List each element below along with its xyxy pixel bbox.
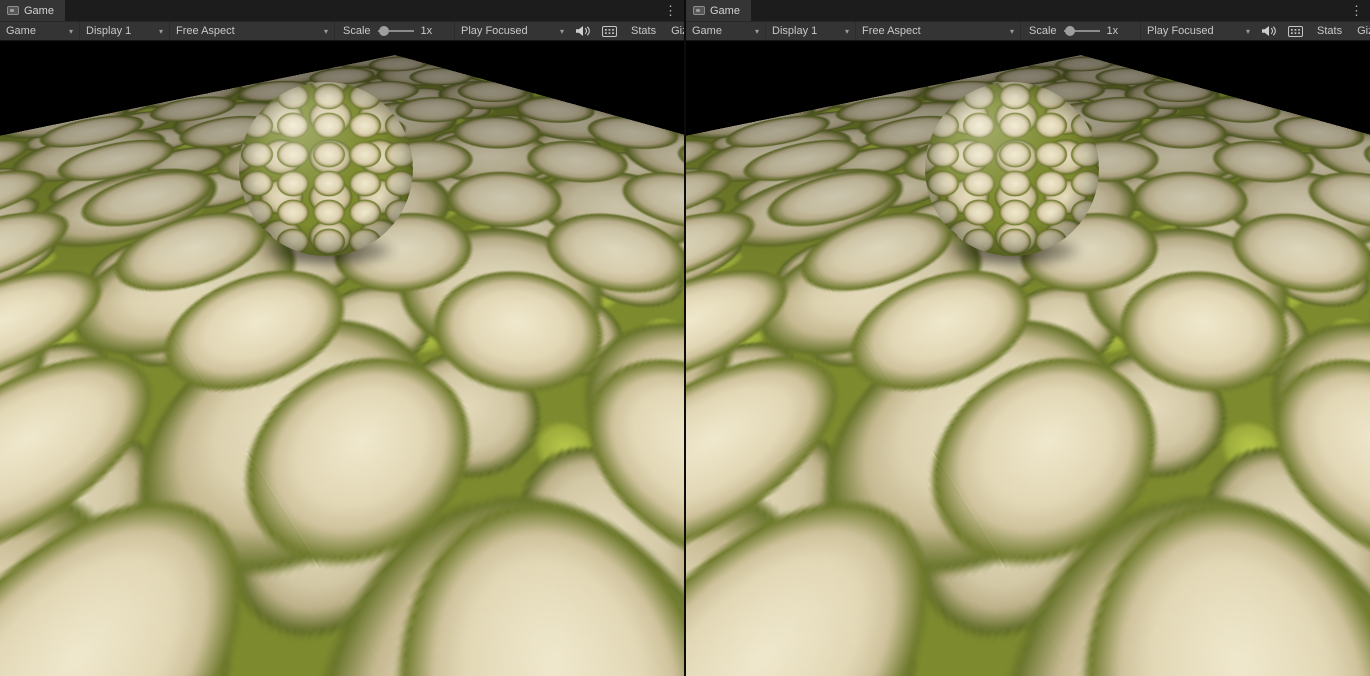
scale-label: Scale bbox=[343, 25, 371, 37]
game-view-icon bbox=[7, 6, 19, 15]
capture-grid-button[interactable] bbox=[1282, 22, 1308, 40]
chevron-down-icon: ▾ bbox=[323, 26, 328, 36]
game-panel-right: Game ⋮ Game ▾ Display 1 ▾ Free Aspect ▾ … bbox=[686, 0, 1370, 676]
tab-label: Game bbox=[24, 4, 54, 17]
chevron-down-icon: ▾ bbox=[158, 26, 163, 36]
textured-sphere bbox=[925, 82, 1099, 256]
chevron-down-icon: ▾ bbox=[844, 26, 849, 36]
display-label: Display 1 bbox=[86, 25, 132, 37]
tab-game[interactable]: Game bbox=[0, 0, 65, 21]
game-view-icon bbox=[693, 6, 705, 15]
game-mode-label: Game bbox=[692, 25, 722, 37]
game-viewport[interactable] bbox=[686, 41, 1370, 676]
kebab-menu-icon[interactable]: ⋮ bbox=[657, 0, 684, 21]
gizmos-label: Gizmos bbox=[1357, 25, 1370, 37]
scale-slider[interactable] bbox=[377, 26, 414, 36]
textured-sphere bbox=[239, 82, 413, 256]
display-label: Display 1 bbox=[772, 25, 818, 37]
scale-control: Scale 1x bbox=[335, 22, 455, 40]
mute-audio-button[interactable] bbox=[570, 22, 596, 40]
aspect-label: Free Aspect bbox=[862, 25, 921, 37]
aspect-label: Free Aspect bbox=[176, 25, 235, 37]
stats-label: Stats bbox=[1317, 25, 1343, 37]
game-mode-dropdown[interactable]: Game ▾ bbox=[0, 22, 80, 40]
game-mode-label: Game bbox=[6, 25, 36, 37]
chevron-down-icon: ▾ bbox=[1009, 26, 1014, 36]
mute-audio-button[interactable] bbox=[1256, 22, 1282, 40]
scale-slider[interactable] bbox=[1063, 26, 1100, 36]
scale-value: 1x bbox=[420, 25, 433, 37]
stats-button[interactable]: Stats bbox=[622, 22, 665, 40]
grid-icon bbox=[1287, 25, 1303, 37]
display-dropdown[interactable]: Display 1 ▾ bbox=[766, 22, 856, 40]
scale-slider-knob[interactable] bbox=[378, 26, 389, 36]
game-viewport[interactable] bbox=[0, 41, 684, 676]
game-mode-dropdown[interactable]: Game ▾ bbox=[686, 22, 766, 40]
grid-icon bbox=[601, 25, 617, 37]
scale-value: 1x bbox=[1106, 25, 1119, 37]
aspect-ratio-dropdown[interactable]: Free Aspect ▾ bbox=[856, 22, 1021, 40]
play-focused-label: Play Focused bbox=[1147, 25, 1214, 37]
tab-label: Game bbox=[710, 4, 740, 17]
capture-grid-button[interactable] bbox=[596, 22, 622, 40]
tab-game[interactable]: Game bbox=[686, 0, 751, 21]
play-focused-dropdown[interactable]: Play Focused ▾ bbox=[1141, 22, 1256, 40]
game-toolbar: Game ▾ Display 1 ▾ Free Aspect ▾ Scale 1… bbox=[0, 21, 684, 41]
display-dropdown[interactable]: Display 1 ▾ bbox=[80, 22, 170, 40]
tab-bar: Game ⋮ bbox=[0, 0, 684, 21]
scale-label: Scale bbox=[1029, 25, 1057, 37]
chevron-down-icon: ▾ bbox=[559, 26, 564, 36]
game-toolbar: Game ▾ Display 1 ▾ Free Aspect ▾ Scale 1… bbox=[686, 21, 1370, 41]
chevron-down-icon: ▾ bbox=[754, 26, 759, 36]
tab-bar: Game ⋮ bbox=[686, 0, 1370, 21]
gizmos-dropdown[interactable]: Gizmos ▾ bbox=[1351, 22, 1370, 40]
chevron-down-icon: ▾ bbox=[68, 26, 73, 36]
editor-window: Game ⋮ Game ▾ Display 1 ▾ Free Aspect ▾ … bbox=[0, 0, 1370, 676]
gizmos-label: Gizmos bbox=[671, 25, 684, 37]
kebab-menu-icon[interactable]: ⋮ bbox=[1343, 0, 1370, 21]
ground-plane bbox=[686, 41, 1370, 55]
play-focused-dropdown[interactable]: Play Focused ▾ bbox=[455, 22, 570, 40]
gizmos-dropdown[interactable]: Gizmos ▾ bbox=[665, 22, 684, 40]
play-focused-label: Play Focused bbox=[461, 25, 528, 37]
ground-plane bbox=[0, 41, 684, 55]
scale-control: Scale 1x bbox=[1021, 22, 1141, 40]
speaker-icon bbox=[1262, 26, 1276, 36]
aspect-ratio-dropdown[interactable]: Free Aspect ▾ bbox=[170, 22, 335, 40]
scale-slider-knob[interactable] bbox=[1064, 26, 1075, 36]
chevron-down-icon: ▾ bbox=[1245, 26, 1250, 36]
game-panel-left: Game ⋮ Game ▾ Display 1 ▾ Free Aspect ▾ … bbox=[0, 0, 684, 676]
stats-label: Stats bbox=[631, 25, 657, 37]
speaker-icon bbox=[576, 26, 590, 36]
stats-button[interactable]: Stats bbox=[1308, 22, 1351, 40]
